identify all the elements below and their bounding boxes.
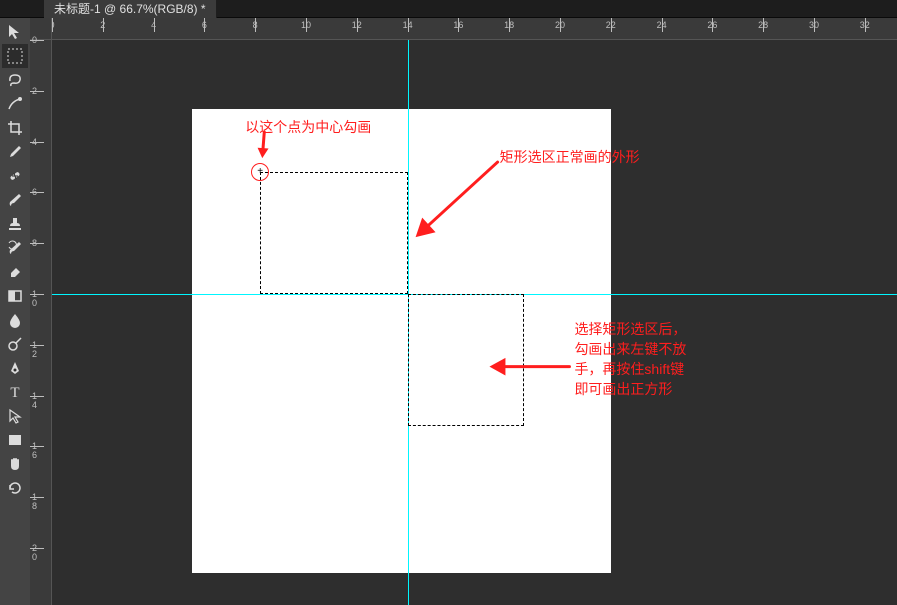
heal-tool[interactable]	[2, 164, 28, 188]
crop-tool[interactable]	[2, 116, 28, 140]
path-select-tool[interactable]	[2, 404, 28, 428]
fill-tool[interactable]	[2, 284, 28, 308]
brush-tool[interactable]	[2, 188, 28, 212]
type-tool[interactable]: T	[2, 380, 28, 404]
blur-tool[interactable]	[2, 308, 28, 332]
eyedropper-tool[interactable]	[2, 140, 28, 164]
history-brush-tool[interactable]	[2, 236, 28, 260]
canvas-stage[interactable]: + 以这个点为中心勾画 矩形选区正常画的外形 选择矩形选区后， 勾画出来左键不放…	[52, 40, 897, 605]
shape-tool[interactable]	[2, 428, 28, 452]
dodge-tool[interactable]	[2, 332, 28, 356]
document-tab[interactable]: 未标题-1 @ 66.7%(RGB/8) *	[44, 0, 217, 19]
eraser-tool[interactable]	[2, 260, 28, 284]
title-bar: 未标题-1 @ 66.7%(RGB/8) *	[0, 0, 897, 18]
move-tool[interactable]	[2, 20, 28, 44]
selection-brush-tool[interactable]	[2, 92, 28, 116]
ruler-horizontal[interactable]: 0246810121416182022242628303234	[52, 18, 897, 40]
arrow-to-square	[52, 40, 897, 605]
workzone: 0246810121416182022242628303234 02468101…	[30, 18, 897, 605]
rotate-view-tool[interactable]	[2, 476, 28, 500]
toolbox: T	[0, 18, 30, 605]
marquee-tool[interactable]	[2, 44, 28, 68]
lasso-tool[interactable]	[2, 68, 28, 92]
hand-tool[interactable]	[2, 452, 28, 476]
pen-tool[interactable]	[2, 356, 28, 380]
tab-gutter	[0, 0, 44, 18]
svg-text:T: T	[10, 385, 19, 401]
stamp-tool[interactable]	[2, 212, 28, 236]
ruler-vertical[interactable]: 02468101214161820	[30, 40, 52, 605]
